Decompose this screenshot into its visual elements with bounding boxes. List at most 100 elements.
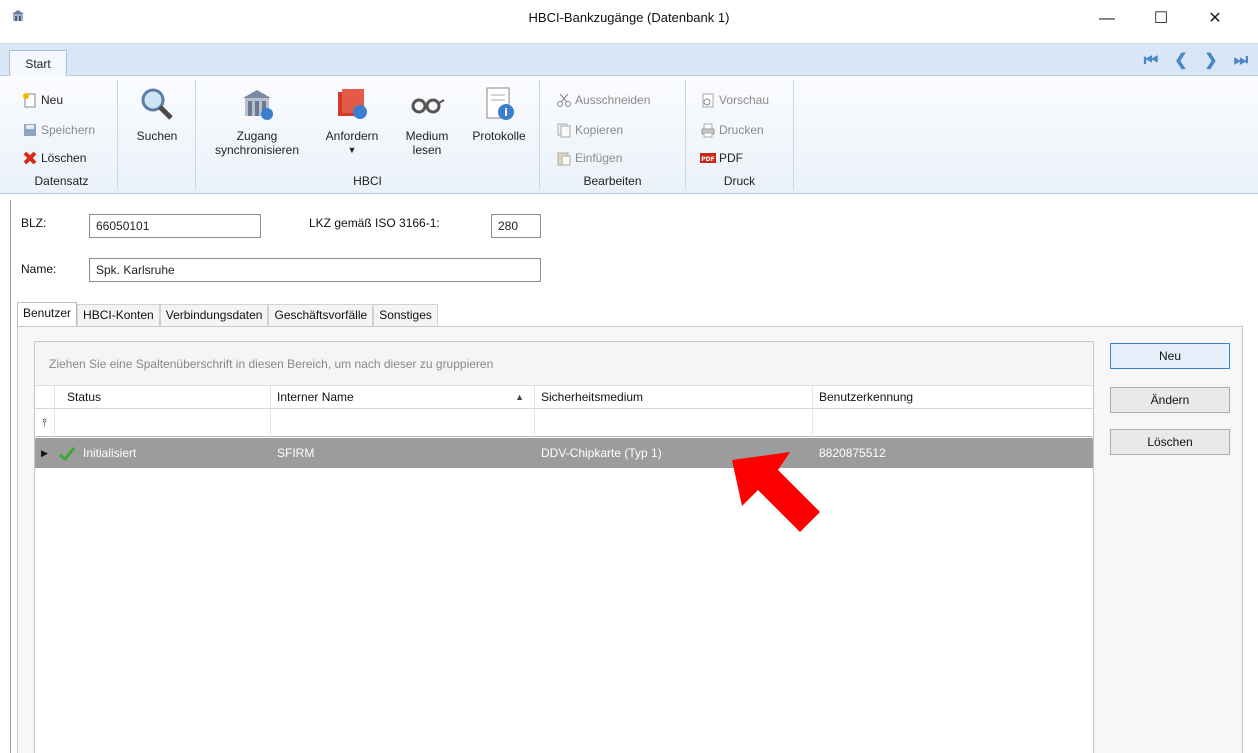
bank-sync-icon <box>243 90 273 120</box>
cut-button[interactable]: Ausschneiden <box>556 90 650 110</box>
medium-lesen-button[interactable]: Medium lesen <box>396 84 458 157</box>
svg-text:PDF: PDF <box>701 156 714 163</box>
column-header-benutzerkennung[interactable]: Benutzerkennung <box>813 386 1093 409</box>
tab-benutzer[interactable]: Benutzer <box>17 302 78 327</box>
column-header-status[interactable]: Status <box>55 386 271 409</box>
group-datensatz: Neu Speichern Löschen Datensatz <box>6 80 118 190</box>
title-bar: HBCI-Bankzugänge (Datenbank 1) — ☐ ✕ <box>0 0 1258 44</box>
search-button[interactable]: Suchen <box>132 84 182 143</box>
pdf-icon: PDF <box>700 153 716 163</box>
tab-start[interactable]: Start <box>9 50 67 77</box>
interner-name-label: Interner Name <box>277 390 354 404</box>
lkz-label: LKZ gemäß ISO 3166-1: <box>309 216 440 230</box>
tab-geschaeftsvorfaelle[interactable]: Geschäftsvorfälle <box>268 304 374 326</box>
status-text: Initialisiert <box>83 446 137 460</box>
filter-cell-status[interactable] <box>55 409 271 437</box>
cell-benutzerkennung[interactable]: 8820875512 <box>813 438 1093 468</box>
preview-icon <box>702 93 714 108</box>
cell-status[interactable]: Initialisiert <box>55 438 271 468</box>
new-label: Neu <box>41 93 64 107</box>
group-bearbeiten: Ausschneiden Kopieren Einfügen Bearbeite… <box>540 80 686 190</box>
group-hbci: Zugang synchronisieren Anfordern ▼ Mediu… <box>196 80 540 190</box>
record-navigation: ⏮ ❮ ❯ ⏭ <box>1140 50 1252 72</box>
loeschen-button[interactable]: Löschen <box>1110 429 1230 455</box>
save-icon <box>24 124 36 136</box>
cell-interner-name[interactable]: SFIRM <box>271 438 535 468</box>
ribbon: Neu Speichern Löschen Datensatz Suchen Z… <box>0 76 1258 194</box>
zugang-label: Zugang synchronisieren <box>214 129 300 157</box>
new-button[interactable]: Neu <box>22 90 63 110</box>
paste-icon <box>557 152 571 166</box>
content-area: BLZ: 66050101 LKZ gemäß ISO 3166-1: 280 … <box>10 200 1252 753</box>
protocol-icon: i <box>486 87 514 120</box>
protokolle-button[interactable]: i Protokolle <box>464 84 534 143</box>
filter-cell-sicherheitsmedium[interactable] <box>535 409 813 437</box>
search-label: Suchen <box>136 129 178 143</box>
table-row[interactable]: ▶ Initialisiert SFIRM DDV-Chipkarte (Typ… <box>35 438 1093 468</box>
blz-field[interactable]: 66050101 <box>89 214 261 238</box>
row-indicator-icon: ▶ <box>41 448 48 458</box>
protokolle-label: Protokolle <box>472 129 526 143</box>
cut-icon <box>557 93 571 107</box>
request-dropdown-icon: ▼ <box>347 145 357 155</box>
tab-verbindungsdaten[interactable]: Verbindungsdaten <box>159 304 269 326</box>
next-record-icon[interactable]: ❯ <box>1200 50 1222 72</box>
preview-button[interactable]: Vorschau <box>700 90 769 110</box>
copy-label: Kopieren <box>575 123 624 137</box>
sort-ascending-icon: ▲ <box>515 392 524 402</box>
filter-cell-interner-name[interactable] <box>271 409 535 437</box>
group-panel[interactable]: Ziehen Sie eine Spaltenüberschrift in di… <box>35 342 1093 386</box>
column-header-sicherheitsmedium[interactable]: Sicherheitsmedium <box>535 386 813 409</box>
name-field[interactable]: Spk. Karlsruhe <box>89 258 541 282</box>
group-label-bearbeiten: Bearbeiten <box>583 174 642 188</box>
blz-label: BLZ: <box>21 216 47 230</box>
paste-button[interactable]: Einfügen <box>556 148 622 168</box>
neu-button[interactable]: Neu <box>1110 343 1230 369</box>
minimize-button[interactable]: — <box>1090 6 1124 32</box>
request-icon <box>338 89 367 119</box>
medium-label: Medium lesen <box>405 129 449 157</box>
group-label-datensatz: Datensatz <box>34 174 89 188</box>
svg-text:i: i <box>504 106 508 119</box>
print-label: Drucken <box>719 123 764 137</box>
group-label-druck: Druck <box>723 174 756 188</box>
name-label: Name: <box>21 262 57 276</box>
red-arrow-annotation <box>732 452 820 532</box>
glasses-icon <box>411 98 445 114</box>
ribbon-tab-strip: Start ⏮ ❮ ❯ ⏭ <box>0 44 1258 77</box>
group-suchen: Suchen <box>118 80 196 190</box>
previous-record-icon[interactable]: ❮ <box>1170 50 1192 72</box>
pdf-label: PDF <box>719 151 743 165</box>
close-button[interactable]: ✕ <box>1198 6 1232 32</box>
last-record-icon[interactable]: ⏭ <box>1230 50 1252 72</box>
zugang-synchronisieren-button[interactable]: Zugang synchronisieren <box>204 84 310 157</box>
request-button[interactable]: Anfordern ▼ <box>320 84 384 157</box>
row-indicator-header <box>35 386 55 409</box>
group-druck: Vorschau Drucken PDF PDF Druck <box>686 80 794 190</box>
print-button[interactable]: Drucken <box>700 120 764 140</box>
user-grid: Ziehen Sie eine Spaltenüberschrift in di… <box>34 341 1094 753</box>
filter-row: ⫯ <box>35 409 1093 437</box>
print-icon <box>701 123 715 138</box>
delete-button[interactable]: Löschen <box>22 148 86 168</box>
checkmark-icon <box>59 446 76 461</box>
request-label: Anfordern <box>325 129 379 143</box>
pdf-button[interactable]: PDF PDF <box>700 148 743 168</box>
delete-label: Löschen <box>41 151 87 165</box>
first-record-icon[interactable]: ⏮ <box>1140 50 1162 72</box>
maximize-button[interactable]: ☐ <box>1144 6 1178 32</box>
window-title: HBCI-Bankzugänge (Datenbank 1) <box>528 10 730 25</box>
copy-icon <box>557 123 571 138</box>
lkz-field[interactable]: 280 <box>491 214 541 238</box>
search-icon <box>141 88 173 120</box>
column-header-interner-name[interactable]: Interner Name ▲ <box>271 386 535 409</box>
tab-hbci-konten[interactable]: HBCI-Konten <box>77 304 160 326</box>
tab-sonstiges[interactable]: Sonstiges <box>373 304 438 326</box>
aendern-button[interactable]: Ändern <box>1110 387 1230 413</box>
preview-label: Vorschau <box>719 93 770 107</box>
copy-button[interactable]: Kopieren <box>556 120 623 140</box>
delete-icon <box>23 151 37 165</box>
new-icon <box>23 93 36 108</box>
save-button[interactable]: Speichern <box>22 120 95 140</box>
filter-cell-benutzerkennung[interactable] <box>813 409 1093 437</box>
